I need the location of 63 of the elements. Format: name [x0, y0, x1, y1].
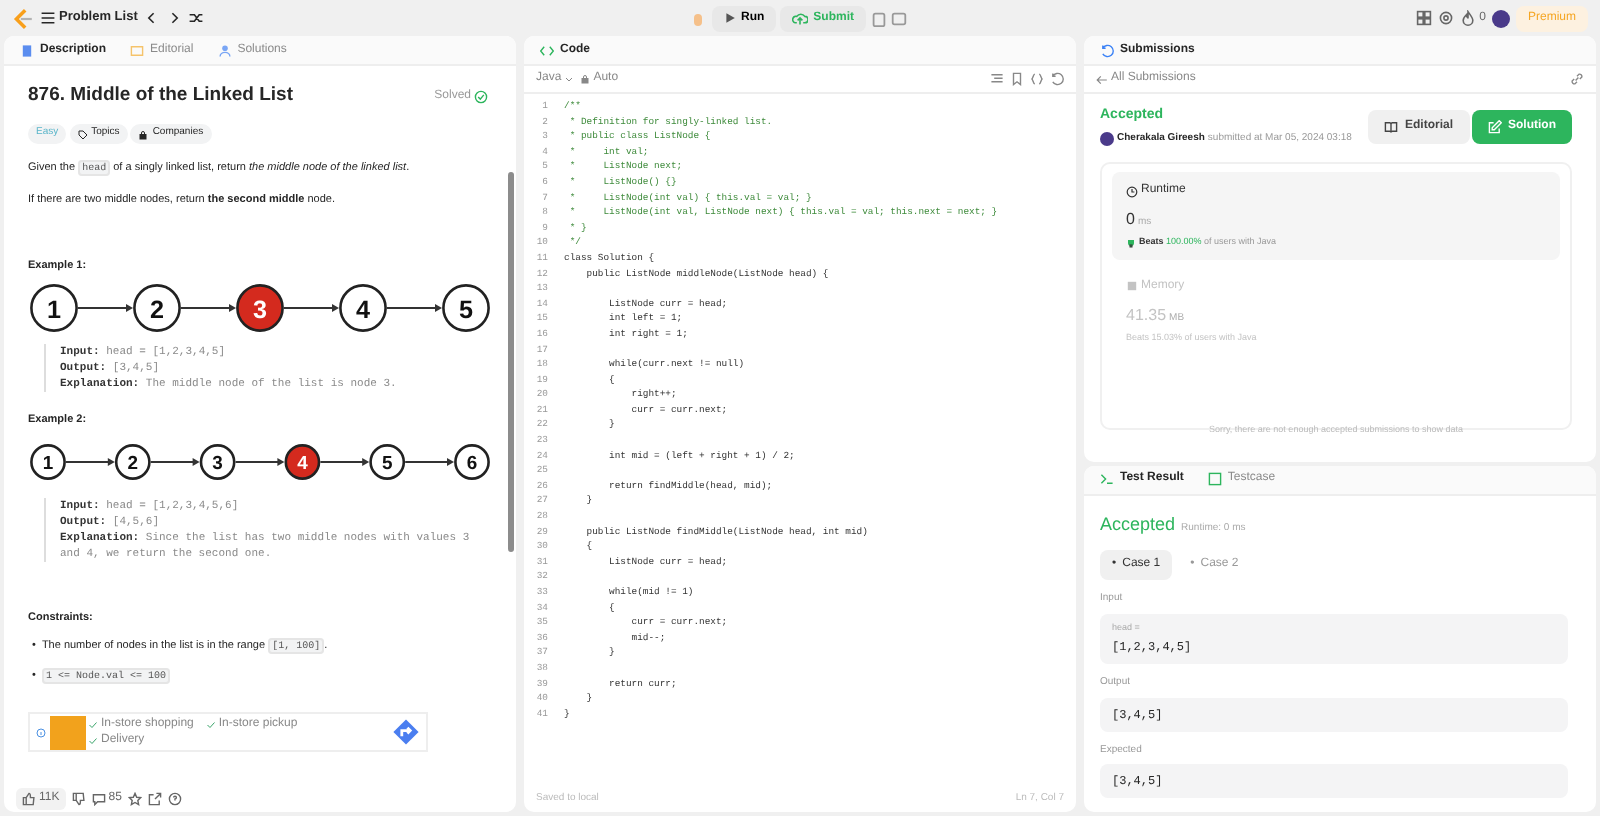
settings-icon[interactable] — [1438, 10, 1455, 26]
list-node: 3 — [236, 283, 284, 332]
directions-icon[interactable] — [392, 718, 420, 747]
document-icon — [20, 43, 34, 57]
arrow — [319, 457, 370, 466]
check-circle-icon — [474, 89, 488, 104]
result-status: Accepted — [1100, 511, 1176, 538]
metric-value: 41.35 — [1126, 303, 1167, 328]
list-node: 3 — [199, 443, 236, 480]
back-arrow-icon — [1096, 73, 1108, 85]
comment-icon — [91, 791, 106, 805]
history-icon — [1100, 43, 1114, 57]
author-avatar — [1100, 131, 1114, 146]
arrow — [65, 457, 115, 466]
list-node: 2 — [133, 283, 181, 332]
shuffle-icon[interactable] — [187, 10, 204, 26]
cloud-upload-icon — [791, 10, 808, 26]
code-icon — [540, 43, 554, 57]
ad-logo — [49, 715, 85, 750]
trophy-icon — [1126, 237, 1136, 248]
problem-title: 876. Middle of the Linked List — [28, 82, 293, 110]
thumbs-up-icon — [22, 791, 36, 805]
play-icon — [723, 12, 735, 24]
arrow — [149, 457, 200, 466]
list-icon[interactable] — [40, 10, 56, 26]
reset-icon[interactable] — [1050, 72, 1064, 86]
list-node: 2 — [114, 443, 151, 480]
arrow — [234, 457, 285, 466]
bookmark-icon[interactable] — [1010, 72, 1024, 86]
link-icon[interactable] — [1570, 72, 1584, 86]
star-icon[interactable] — [127, 791, 142, 805]
list-node: 1 — [30, 443, 66, 480]
arrow — [180, 303, 236, 312]
braces-icon[interactable] — [1030, 72, 1044, 86]
arrow — [283, 303, 339, 312]
lock-icon — [138, 129, 149, 139]
metric-value: 0 — [1126, 208, 1135, 232]
list-node: 4 — [339, 283, 387, 332]
info-icon — [36, 727, 46, 738]
share-icon[interactable] — [147, 791, 162, 805]
clock-icon — [1126, 185, 1138, 197]
list-node: 6 — [454, 443, 490, 480]
check-icon — [205, 719, 216, 730]
flame-icon[interactable] — [1460, 10, 1477, 26]
edit-icon — [1488, 120, 1502, 134]
checkbox-icon — [1207, 472, 1222, 486]
terminal-icon — [1100, 472, 1114, 486]
arrow — [77, 303, 133, 312]
list-node: 4 — [284, 443, 321, 480]
format-icon[interactable] — [990, 72, 1004, 86]
avatar[interactable] — [1491, 9, 1510, 27]
person-icon — [217, 43, 232, 57]
thumbs-down-icon[interactable] — [71, 791, 86, 805]
arrow — [386, 303, 442, 312]
previous-icon[interactable] — [143, 10, 160, 26]
tag-icon — [77, 129, 88, 139]
list-node: 1 — [30, 283, 78, 332]
list-node: 5 — [369, 443, 406, 480]
layout-icon[interactable] — [1416, 10, 1433, 26]
help-icon[interactable] — [167, 791, 182, 805]
lock-icon — [580, 74, 591, 84]
list-node: 5 — [442, 283, 490, 332]
arrow — [404, 457, 454, 466]
